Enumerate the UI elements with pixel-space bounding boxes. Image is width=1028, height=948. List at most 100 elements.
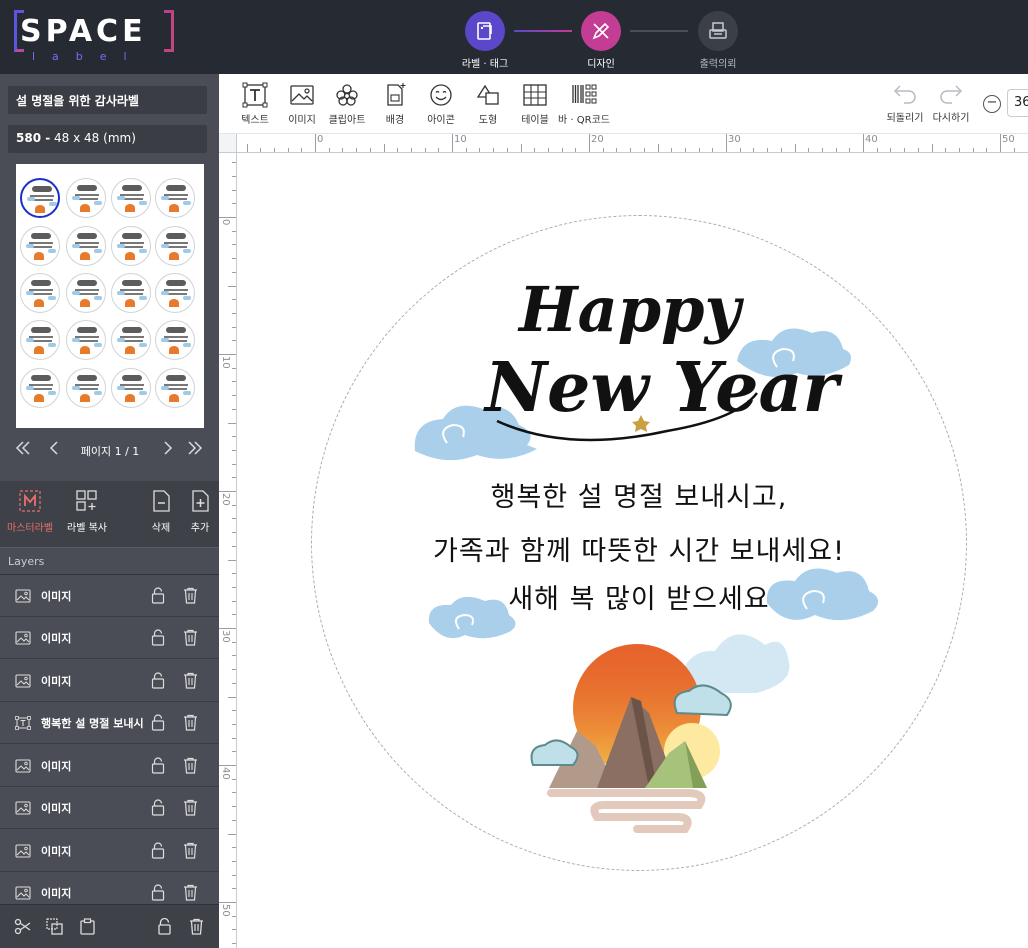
ruler-label: 20: [591, 134, 604, 145]
label-thumbnail[interactable]: [111, 320, 151, 360]
last-page-icon[interactable]: [186, 439, 204, 462]
lock-icon[interactable]: [151, 629, 165, 646]
trash-icon[interactable]: [183, 629, 198, 646]
svg-text:New Year: New Year: [483, 348, 843, 428]
label-thumbnail[interactable]: [155, 273, 195, 313]
trash-icon[interactable]: [183, 884, 198, 901]
greeting-line-2[interactable]: 가족과 함께 따뜻한 시간 보내세요!: [311, 529, 967, 568]
ruler-tick: [835, 148, 837, 152]
lock-icon[interactable]: [151, 587, 165, 604]
lock-icon[interactable]: [151, 842, 165, 859]
ruler-tick: [232, 943, 236, 945]
trash-icon[interactable]: [183, 672, 198, 689]
trash-icon[interactable]: [183, 799, 198, 816]
copy-label-button[interactable]: 라벨 복사: [62, 489, 112, 534]
first-page-icon[interactable]: [14, 439, 32, 462]
image-layer-icon: [15, 630, 31, 645]
label-thumbnail[interactable]: [20, 178, 60, 218]
label-thumbnail[interactable]: [66, 368, 106, 408]
ruler-tick: [301, 148, 303, 152]
label-thumbnail[interactable]: [66, 273, 106, 313]
ruler-tick: [232, 244, 236, 246]
paste-icon[interactable]: [79, 918, 96, 935]
layer-name: 이미지: [41, 845, 72, 858]
trash-icon[interactable]: [183, 757, 198, 774]
label-thumbnail[interactable]: [111, 273, 151, 313]
trash-icon[interactable]: [183, 842, 198, 859]
design-canvas[interactable]: Happy New Year 행복한 설 명절 보내시고, 가족과 함께 따뜻한…: [237, 153, 1028, 948]
ruler-tick: [945, 148, 947, 152]
barcode-tool-button[interactable]: 바 · QR코드: [556, 82, 612, 126]
trash-icon[interactable]: [183, 587, 198, 604]
label-thumbnail[interactable]: [66, 320, 106, 360]
ruler-tick: [232, 915, 236, 917]
ruler-tick: [287, 148, 289, 152]
label-thumbnail[interactable]: [155, 226, 195, 266]
text-icon: [242, 82, 268, 108]
label-thumbnail[interactable]: [66, 178, 106, 218]
layer-row[interactable]: 이미지: [0, 787, 219, 829]
greeting-line-1[interactable]: 행복한 설 명절 보내시고,: [311, 475, 967, 514]
layer-row[interactable]: 이미지: [0, 830, 219, 872]
layer-row[interactable]: 이미지: [0, 660, 219, 702]
label-thumbnail[interactable]: [20, 226, 60, 266]
step-print-request[interactable]: 출력의뢰: [673, 11, 763, 70]
layer-row[interactable]: 이미지: [0, 575, 219, 617]
undo-button[interactable]: 되돌리기: [883, 82, 927, 124]
cut-icon[interactable]: [14, 918, 31, 935]
lock-icon[interactable]: [151, 884, 165, 901]
ruler-tick: [369, 148, 371, 152]
step-label-tag[interactable]: 라벨 · 태그: [440, 11, 530, 70]
space-label-logo[interactable]: SPACE label: [14, 10, 174, 64]
greeting-line-3[interactable]: 새해 복 많이 받으세요: [311, 577, 967, 616]
ruler-tick: [479, 148, 481, 152]
zoom-input[interactable]: 36: [1007, 89, 1028, 117]
icon-tool-button[interactable]: 아이콘: [419, 82, 463, 126]
master-label-text: 마스터라벨: [7, 523, 53, 534]
ruler-corner: [219, 134, 237, 153]
label-thumbnail[interactable]: [66, 226, 106, 266]
ruler-tick: [575, 148, 577, 152]
label-thumbnail[interactable]: [20, 368, 60, 408]
lock-icon[interactable]: [151, 714, 165, 731]
layer-row[interactable]: 이미지: [0, 745, 219, 787]
label-thumbnail[interactable]: [111, 226, 151, 266]
image-layer-icon: [15, 800, 31, 815]
ruler-tick: [232, 477, 236, 479]
ruler-tick: [780, 148, 782, 152]
shape-tool-button[interactable]: 도형: [466, 82, 510, 126]
table-tool-button[interactable]: 테이블: [513, 82, 557, 126]
trash-icon[interactable]: [183, 714, 198, 731]
layer-row[interactable]: 이미지: [0, 617, 219, 659]
label-size-field[interactable]: 580 - 48 x 48 (mm): [8, 125, 207, 153]
add-page-button[interactable]: 추가: [184, 489, 216, 534]
label-thumbnail[interactable]: [111, 178, 151, 218]
delete-all-icon[interactable]: [188, 918, 205, 935]
label-thumbnail[interactable]: [155, 368, 195, 408]
copy-icon[interactable]: [46, 918, 63, 935]
label-thumbnail[interactable]: [20, 320, 60, 360]
next-page-icon[interactable]: [158, 439, 176, 462]
lock-icon[interactable]: [151, 799, 165, 816]
label-thumbnail[interactable]: [155, 178, 195, 218]
lock-icon[interactable]: [151, 672, 165, 689]
background-tool-button[interactable]: 배경: [373, 82, 417, 126]
delete-page-button[interactable]: 삭제: [144, 489, 178, 534]
label-name-field[interactable]: 설 명절을 위한 감사라벨: [8, 86, 207, 114]
step-design[interactable]: 디자인: [556, 11, 646, 70]
text-tool-button[interactable]: 텍스트: [233, 82, 277, 126]
image-tool-button[interactable]: 이미지: [280, 82, 324, 126]
layer-row[interactable]: 행복한 설 명절 보내시: [0, 702, 219, 744]
lock-icon[interactable]: [151, 757, 165, 774]
layer-actions-bar: [0, 904, 219, 948]
master-label-button[interactable]: 마스터라벨: [4, 489, 56, 534]
clipart-tool-button[interactable]: 클립아트: [325, 82, 369, 126]
label-thumbnail[interactable]: [111, 368, 151, 408]
ruler-tick: [232, 614, 236, 616]
lock-all-icon[interactable]: [156, 917, 173, 935]
ruler-label: 10: [220, 356, 231, 369]
zoom-out-button[interactable]: −: [983, 95, 1001, 113]
label-thumbnail[interactable]: [155, 320, 195, 360]
redo-button[interactable]: 다시하기: [929, 82, 973, 124]
label-thumbnail[interactable]: [20, 273, 60, 313]
